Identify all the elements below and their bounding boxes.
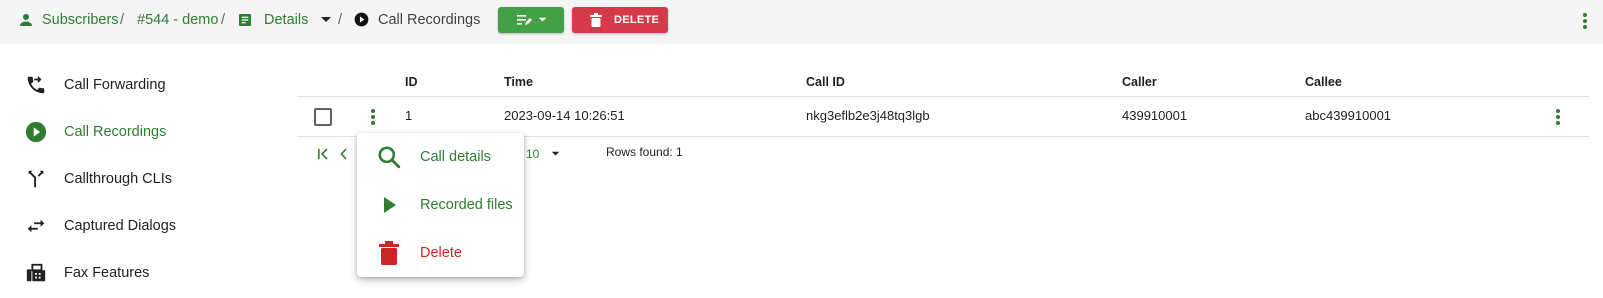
sidebar-item-callthrough-clis[interactable]: Callthrough CLIs [24, 167, 172, 191]
sidebar-item-fax-features[interactable]: Fax Features [24, 261, 149, 285]
column-header-id[interactable]: ID [405, 75, 418, 89]
cell-id: 1 [405, 108, 413, 123]
play-circle-icon [354, 12, 370, 28]
breadcrumb-details-label: Details [264, 12, 309, 28]
sidebar-item-label: Call Recordings [64, 124, 167, 140]
cell-time: 2023-09-14 10:26:51 [504, 108, 625, 123]
column-header-callee[interactable]: Callee [1305, 75, 1342, 89]
edit-list-icon [516, 13, 532, 27]
play-icon [375, 191, 403, 219]
sidebar-item-label: Callthrough CLIs [64, 171, 172, 187]
column-header-caller[interactable]: Caller [1122, 75, 1157, 89]
breadcrumb-separator: / [120, 12, 125, 28]
edit-menu-button[interactable] [498, 7, 564, 33]
delete-button-label: DELETE [614, 14, 660, 26]
chevron-down-icon[interactable] [320, 16, 332, 24]
menu-item-label: Call details [420, 149, 491, 165]
breadcrumb-current: Call Recordings [354, 0, 480, 40]
trash-icon [375, 239, 403, 267]
breadcrumb-separator: / [338, 12, 343, 28]
play-circle-icon [24, 120, 48, 144]
more-vert-icon[interactable] [1580, 10, 1590, 32]
header-divider [297, 96, 1589, 97]
breadcrumb-subscribers-label: Subscribers [42, 12, 119, 28]
magnify-icon [375, 143, 403, 171]
breadcrumb-separator: / [221, 12, 226, 28]
sidebar-item-call-recordings[interactable]: Call Recordings [24, 120, 166, 144]
delete-button[interactable]: DELETE [572, 7, 668, 33]
menu-item-delete[interactable]: Delete [357, 229, 524, 277]
fax-icon [24, 261, 48, 285]
menu-item-label: Recorded files [420, 197, 513, 213]
rows-found-text: Rows found: 1 [606, 145, 683, 159]
row-more-vert-icon[interactable] [368, 106, 378, 128]
trash-icon [590, 13, 602, 27]
first-page-icon[interactable] [317, 148, 329, 160]
menu-item-recorded-files[interactable]: Recorded files [357, 181, 524, 229]
breadcrumb-details[interactable]: Details [236, 0, 332, 40]
breadcrumb-subscribers[interactable]: Subscribers [16, 0, 119, 40]
cell-caller: 439910001 [1122, 108, 1188, 123]
row-context-menu: Call details Recorded files Delete [357, 133, 524, 277]
column-header-time[interactable]: Time [504, 75, 533, 89]
document-icon [236, 11, 254, 29]
rows-per-page-select[interactable]: 10 [526, 147, 560, 161]
top-toolbar: Subscribers / #544 - demo / Details / Ca… [0, 0, 1603, 44]
cell-callee: abc439910001 [1305, 108, 1392, 123]
breadcrumb-subscriber[interactable]: #544 - demo [137, 0, 218, 40]
row-actions-more-vert-icon[interactable] [1553, 106, 1563, 128]
sidebar-item-label: Fax Features [64, 265, 150, 281]
row-select-checkbox[interactable] [314, 108, 332, 126]
rows-per-page-value: 10 [526, 147, 540, 161]
menu-item-call-details[interactable]: Call details [357, 133, 524, 181]
chevron-down-icon [551, 151, 560, 157]
breadcrumb-current-label: Call Recordings [378, 12, 481, 28]
menu-item-label: Delete [420, 245, 462, 261]
column-header-call-id[interactable]: Call ID [806, 75, 845, 89]
swap-horiz-icon [24, 214, 48, 238]
sidebar-item-label: Call Forwarding [64, 77, 166, 93]
previous-page-icon[interactable] [340, 148, 348, 160]
sidebar-item-captured-dialogs[interactable]: Captured Dialogs [24, 214, 176, 238]
sidebar-item-call-forwarding[interactable]: Call Forwarding [24, 73, 166, 97]
cell-call-id: nkg3eflb2e3j48tq3lgb [806, 108, 930, 123]
person-icon [16, 10, 36, 30]
phone-forward-icon [24, 73, 48, 97]
sidebar-item-label: Captured Dialogs [64, 218, 177, 234]
call-split-icon [24, 167, 48, 191]
chevron-down-icon [538, 17, 547, 23]
